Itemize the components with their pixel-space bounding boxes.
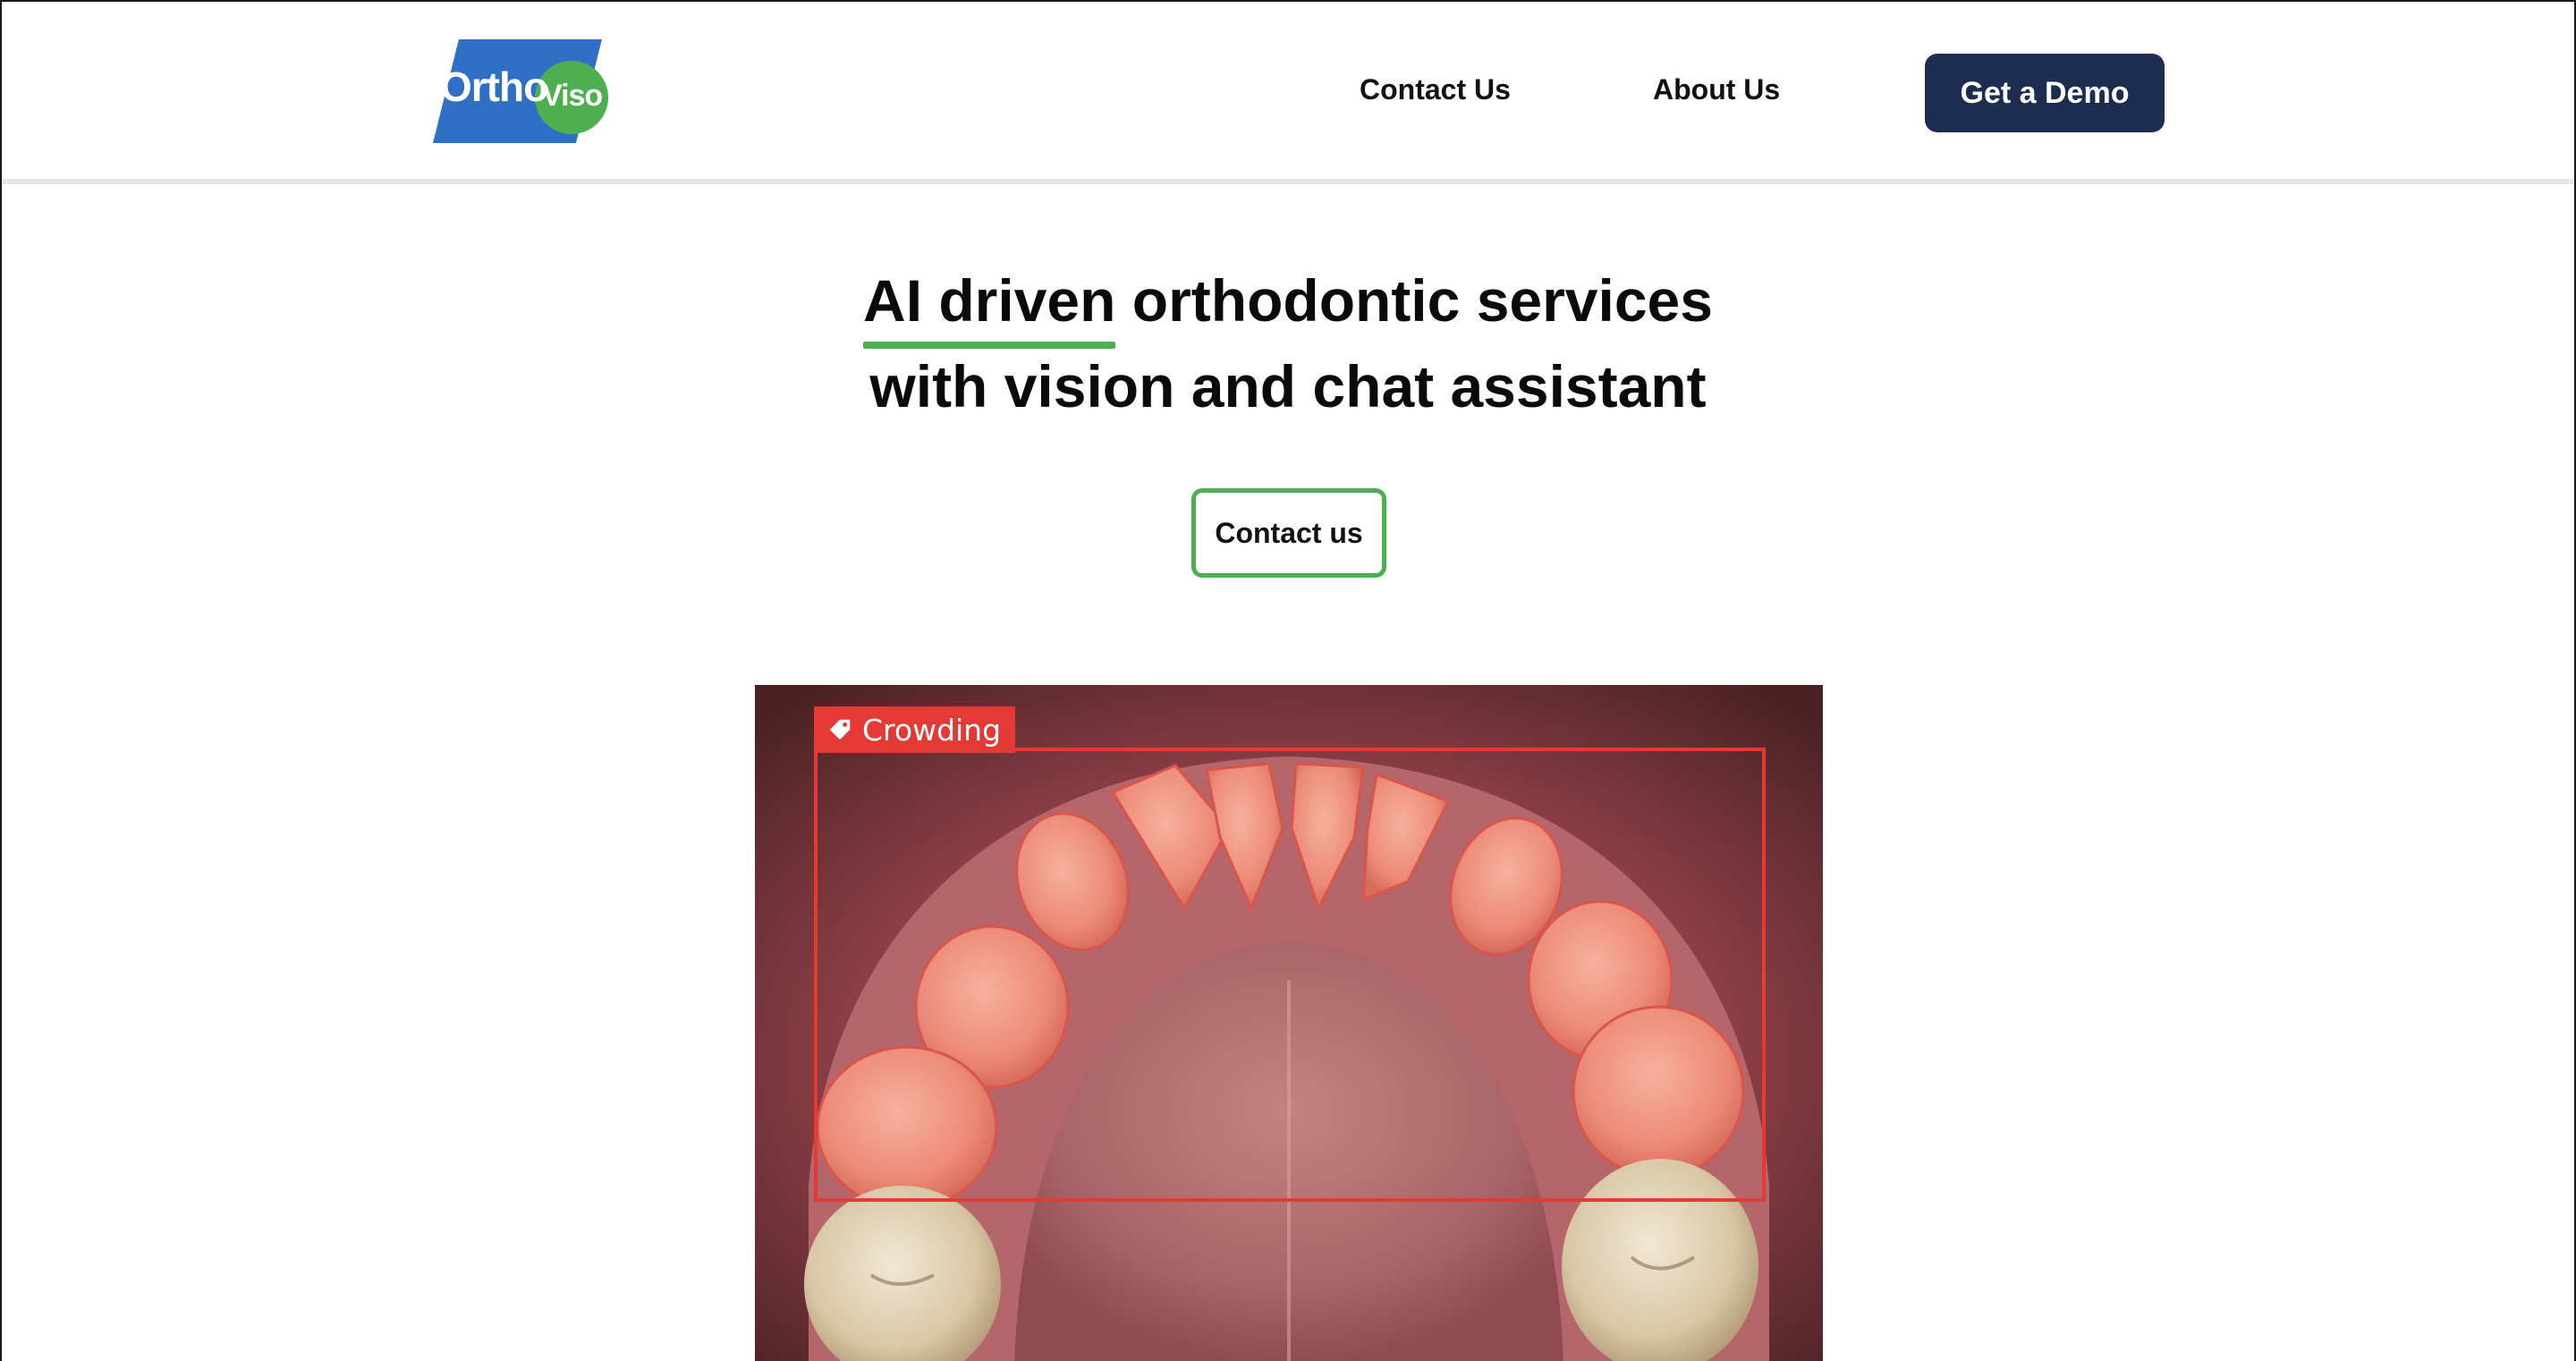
get-a-demo-button[interactable]: Get a Demo: [1925, 54, 2165, 132]
tag-icon: [826, 716, 853, 743]
orthoviso-logo[interactable]: Ortho Viso: [420, 39, 610, 145]
nav-contact-us-link[interactable]: Contact Us: [1360, 73, 1511, 106]
detection-label-text: Crowding: [862, 712, 1002, 748]
hero-title-line2: with vision and chat assistant: [869, 353, 1707, 419]
dental-scan-image: Crowding: [755, 685, 1823, 1361]
site-header: Ortho Viso Contact Us About Us Get a Dem…: [2, 2, 2574, 184]
crowding-detection-box: [814, 748, 1766, 1202]
hero-title-line1-rest: orthodontic services: [1115, 267, 1713, 334]
logo-text-ortho: Ortho: [440, 63, 548, 110]
hero-title: AI driven orthodontic services with visi…: [2, 258, 2574, 429]
logo-text-viso: Viso: [542, 79, 603, 113]
hero-contact-us-button[interactable]: Contact us: [1191, 488, 1386, 578]
crowding-detection-label: Crowding: [814, 706, 1016, 753]
page: Ortho Viso Contact Us About Us Get a Dem…: [0, 0, 2576, 1361]
hero-title-highlight: AI driven: [863, 258, 1116, 349]
nav-about-us-link[interactable]: About Us: [1653, 73, 1780, 106]
